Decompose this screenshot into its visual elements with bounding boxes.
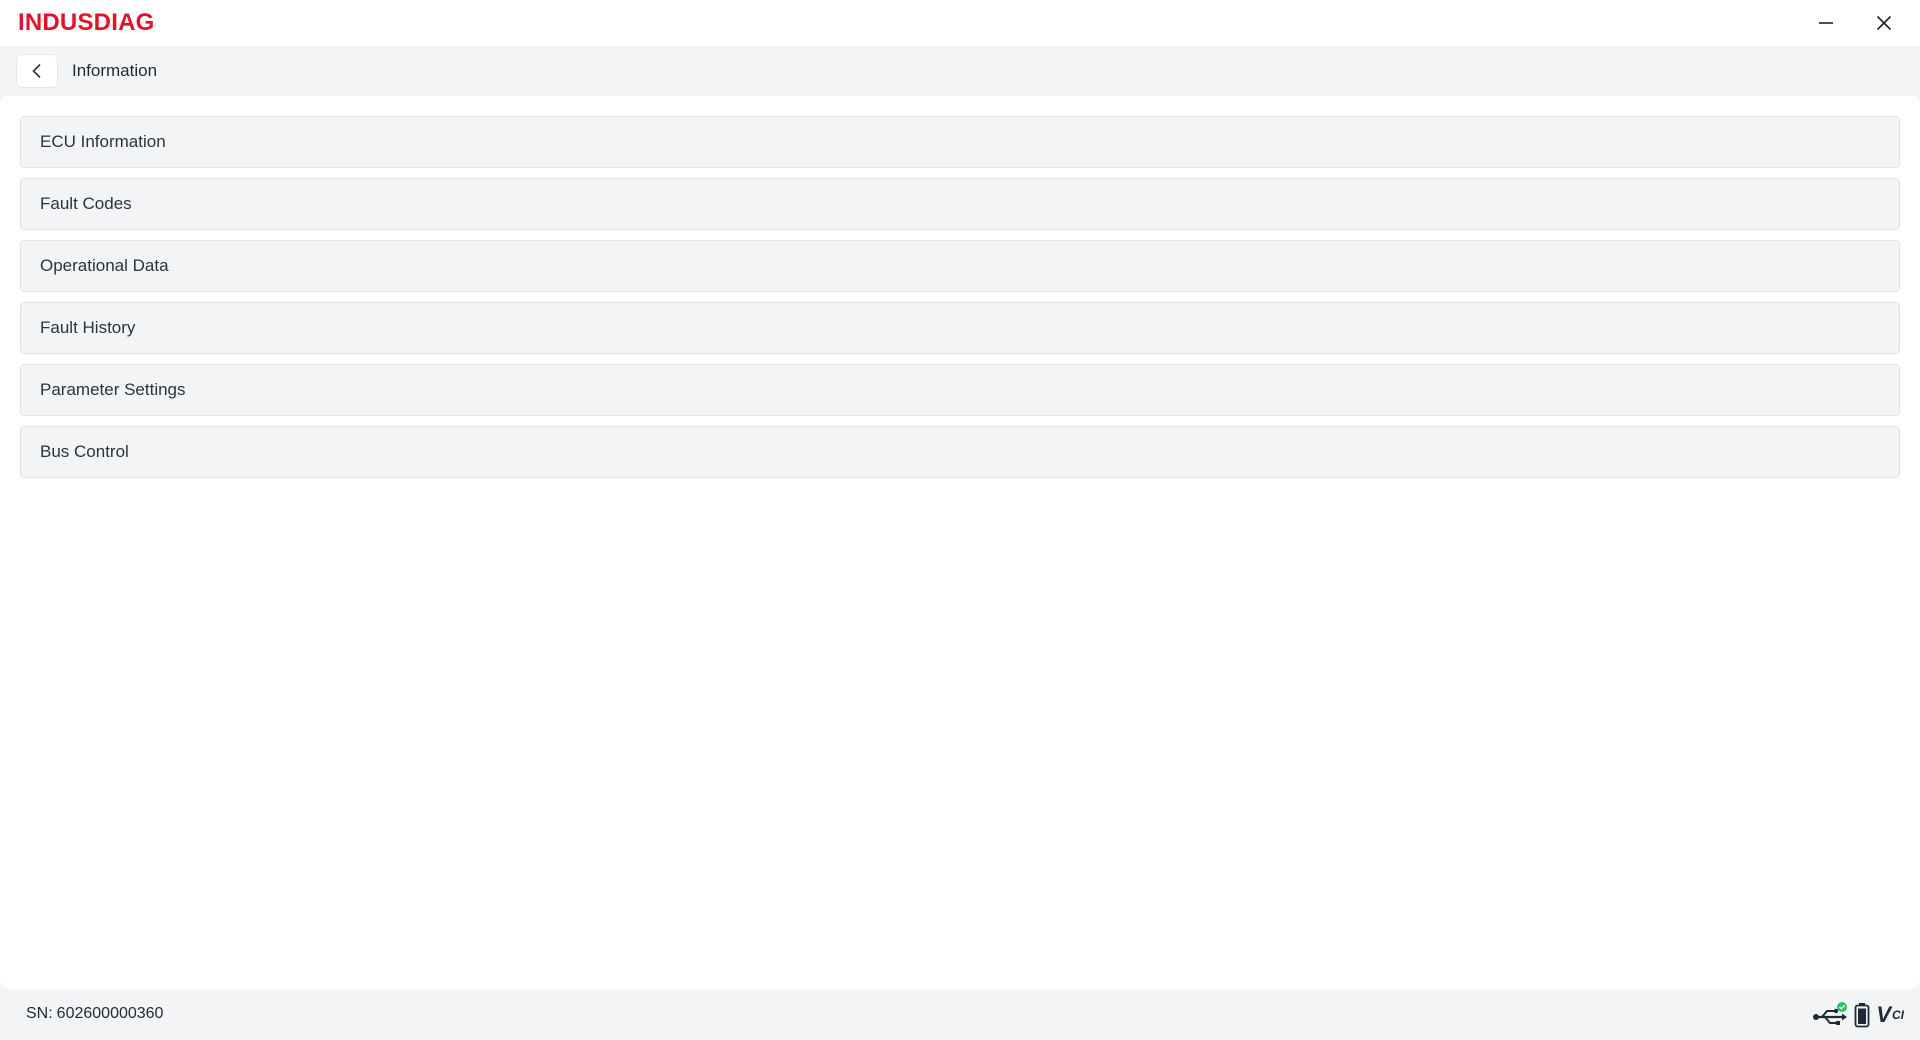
menu-item-fault-history[interactable]: Fault History	[20, 302, 1900, 354]
app-logo: INDUSDIAG	[18, 9, 155, 36]
minimize-icon	[1819, 22, 1833, 24]
menu-item-fault-codes[interactable]: Fault Codes	[20, 178, 1900, 230]
title-bar: INDUSDIAG	[0, 0, 1920, 46]
menu-item-bus-control[interactable]: Bus Control	[20, 426, 1900, 478]
menu-item-ecu-information[interactable]: ECU Information	[20, 116, 1900, 168]
status-bar: SN: 602600000360 V CI	[0, 989, 1920, 1040]
page-title: Information	[72, 61, 158, 80]
menu-item-operational-data[interactable]: Operational Data	[20, 240, 1900, 292]
status-icons: V CI	[1812, 1001, 1904, 1029]
vci-status-icon: V CI	[1876, 1002, 1904, 1028]
battery-icon	[1854, 1002, 1870, 1028]
vci-subscript: CI	[1892, 1008, 1904, 1022]
serial-number: SN: 602600000360	[26, 1005, 163, 1023]
serial-number-label: SN:	[26, 1005, 53, 1022]
nav-bar: Information	[0, 46, 1920, 96]
serial-number-value: 602600000360	[56, 1005, 164, 1022]
chevron-left-icon	[32, 63, 41, 79]
vci-letter: V	[1876, 1002, 1891, 1027]
back-button[interactable]	[16, 54, 58, 88]
main-content: ECU Information Fault Codes Operational …	[0, 96, 1920, 989]
close-button[interactable]	[1864, 8, 1904, 38]
menu-item-parameter-settings[interactable]: Parameter Settings	[20, 364, 1900, 416]
close-icon	[1876, 15, 1892, 31]
usb-connected-icon	[1812, 1001, 1848, 1029]
minimize-button[interactable]	[1806, 8, 1846, 38]
menu-list: ECU Information Fault Codes Operational …	[20, 116, 1900, 488]
